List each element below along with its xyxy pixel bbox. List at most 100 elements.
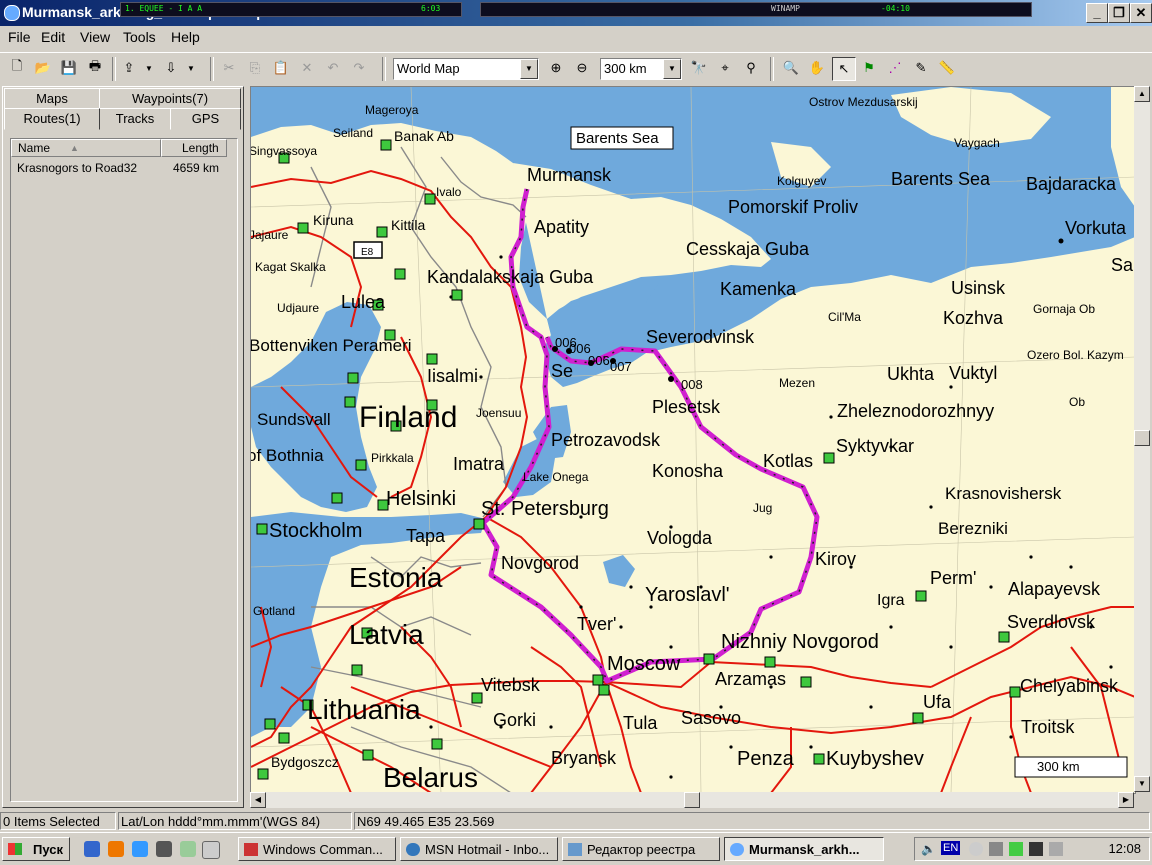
menu-edit[interactable]: Edit	[41, 29, 65, 45]
chevron-down-icon[interactable]: ▼	[520, 59, 538, 79]
waypoint-tool-icon[interactable]: ⚑	[858, 57, 880, 79]
regedit-icon	[568, 843, 582, 856]
open-folder-icon[interactable]: 📂	[32, 57, 54, 79]
city-label: Ufa	[923, 692, 952, 712]
column-header-name[interactable]: Name ▲	[11, 139, 161, 157]
scroll-left-icon[interactable]: ◀	[250, 792, 266, 808]
send-dropdown-icon[interactable]: ▼	[142, 57, 156, 79]
tab-maps[interactable]: Maps	[4, 88, 100, 110]
copy-icon[interactable]: ⎘	[244, 57, 266, 79]
route-tool-icon[interactable]: ⋰	[884, 57, 906, 79]
mapsource-icon	[730, 843, 744, 856]
winamp-bar[interactable]: WINAMP -04:10	[480, 2, 1032, 17]
track-tool-icon[interactable]: ✎	[910, 57, 932, 79]
tab-gps[interactable]: GPS	[170, 108, 241, 130]
route-row-name[interactable]: Krasnogors to Road32	[17, 161, 137, 175]
city-label: Vaygach	[954, 136, 1000, 150]
find-binoculars-icon[interactable]: 🔭	[688, 57, 710, 79]
city-label: Bryansk	[551, 748, 617, 768]
quicklaunch-app-icon[interactable]	[202, 841, 220, 859]
receive-dropdown-icon[interactable]: ▼	[184, 57, 198, 79]
scroll-down-icon[interactable]: ▼	[1134, 776, 1150, 792]
close-button[interactable]: ✕	[1130, 3, 1152, 23]
delete-icon[interactable]: ✕	[296, 57, 318, 79]
city-label: Ostrov Mezdusarskij	[809, 95, 918, 109]
minimize-button[interactable]: _	[1086, 3, 1108, 23]
column-header-length[interactable]: Length	[161, 139, 227, 157]
receive-from-device-icon[interactable]: ⇩	[160, 57, 182, 79]
windows-commander-icon	[244, 843, 258, 856]
city-label: Kuybyshev	[826, 748, 924, 770]
zoom-in-icon[interactable]: ⊕	[545, 57, 567, 79]
tab-waypoints[interactable]: Waypoints(7)	[99, 88, 241, 110]
redo-icon[interactable]: ↷	[348, 57, 370, 79]
city-label: Igra	[877, 592, 905, 609]
scroll-thumb[interactable]	[1134, 430, 1150, 446]
quicklaunch-app-icon[interactable]	[180, 841, 196, 857]
send-to-device-icon[interactable]: ⇪	[118, 57, 140, 79]
task-registry-editor[interactable]: Редактор реестра	[562, 837, 720, 861]
find-nearest-icon[interactable]: ⌖	[714, 57, 736, 79]
language-indicator[interactable]: EN	[941, 841, 961, 855]
scroll-thumb[interactable]	[684, 792, 700, 808]
print-icon[interactable]: 🖶	[84, 57, 106, 79]
menu-tools[interactable]: Tools	[123, 29, 156, 45]
route-row-length[interactable]: 4659 km	[173, 161, 219, 175]
task-label: Murmansk_arkh...	[749, 842, 860, 857]
distance-tool-icon[interactable]: 📏	[936, 57, 958, 79]
restore-button[interactable]: ❐	[1108, 3, 1130, 23]
tab-routes[interactable]: Routes(1)	[4, 108, 100, 130]
menu-file[interactable]: File	[8, 29, 31, 45]
task-label: Редактор реестра	[587, 842, 696, 857]
speaker-icon[interactable]: 🔈	[921, 842, 936, 856]
task-mapsource[interactable]: Murmansk_arkh...	[724, 837, 884, 861]
city-label: Plesetsk	[652, 397, 721, 417]
clock[interactable]: 12:08	[1108, 841, 1141, 856]
scale-label: 300 km	[1037, 759, 1080, 774]
menu-help[interactable]: Help	[171, 29, 200, 45]
city-label: Jajaure	[251, 228, 289, 242]
task-windows-commander[interactable]: Windows Comman...	[238, 837, 396, 861]
task-msn-hotmail[interactable]: MSN Hotmail - Inbo...	[400, 837, 558, 861]
city-label: Tapa	[406, 526, 446, 546]
menu-view[interactable]: View	[80, 29, 110, 45]
scroll-right-icon[interactable]: ▶	[1118, 792, 1134, 808]
winamp-track: 1. EQUEE - I A A	[125, 4, 203, 13]
quicklaunch-desktop-icon[interactable]	[84, 841, 100, 857]
zoom-tool-icon[interactable]: 🔍	[780, 57, 802, 79]
tray-app-icon[interactable]	[969, 842, 983, 856]
country-label: Lithuania	[307, 694, 421, 725]
tray-app-icon[interactable]	[1049, 842, 1063, 856]
map-canvas[interactable]: 006 006 006 007 008 E8 Barents Sea Baren…	[251, 87, 1135, 793]
mapsource-app-icon[interactable]	[4, 5, 20, 21]
map-view[interactable]: 006 006 006 007 008 E8 Barents Sea Baren…	[250, 86, 1136, 794]
horizontal-scrollbar[interactable]: ◀ ▶	[250, 792, 1134, 808]
selection-tool-icon[interactable]: ↖	[832, 57, 856, 81]
city-label: Kittila	[391, 217, 425, 233]
vertical-scrollbar[interactable]: ▲ ▼	[1134, 86, 1150, 792]
quicklaunch-app-icon[interactable]	[156, 841, 172, 857]
undo-icon[interactable]: ↶	[322, 57, 344, 79]
city-label: Vuktyl	[949, 363, 997, 383]
cut-icon[interactable]: ✂	[218, 57, 240, 79]
tray-app-icon[interactable]	[989, 842, 1003, 856]
find-recent-icon[interactable]: ⚲	[740, 57, 762, 79]
hand-tool-icon[interactable]: ✋	[806, 57, 828, 79]
city-label: Kolguyev	[777, 174, 826, 188]
save-icon[interactable]: 💾	[58, 57, 80, 79]
sort-ascending-icon: ▲	[70, 143, 79, 153]
tab-tracks[interactable]: Tracks	[99, 108, 171, 130]
zoom-out-icon[interactable]: ⊖	[571, 57, 593, 79]
map-select-dropdown[interactable]: World Map ▼	[393, 58, 539, 80]
quicklaunch-firefox-icon[interactable]	[108, 841, 124, 857]
start-button[interactable]: Пуск	[2, 837, 70, 861]
chevron-down-icon[interactable]: ▼	[663, 59, 681, 79]
quicklaunch-ie-icon[interactable]	[132, 841, 148, 857]
paste-icon[interactable]: 📋	[270, 57, 292, 79]
routes-list[interactable]: Name ▲ Length Krasnogors to Road32 4659 …	[10, 138, 238, 802]
zoom-scale-dropdown[interactable]: 300 km ▼	[600, 58, 682, 80]
tray-app-icon[interactable]	[1029, 842, 1043, 856]
new-file-icon[interactable]: 🗋	[6, 57, 28, 79]
tray-app-icon[interactable]	[1009, 842, 1023, 856]
scroll-up-icon[interactable]: ▲	[1134, 86, 1150, 102]
